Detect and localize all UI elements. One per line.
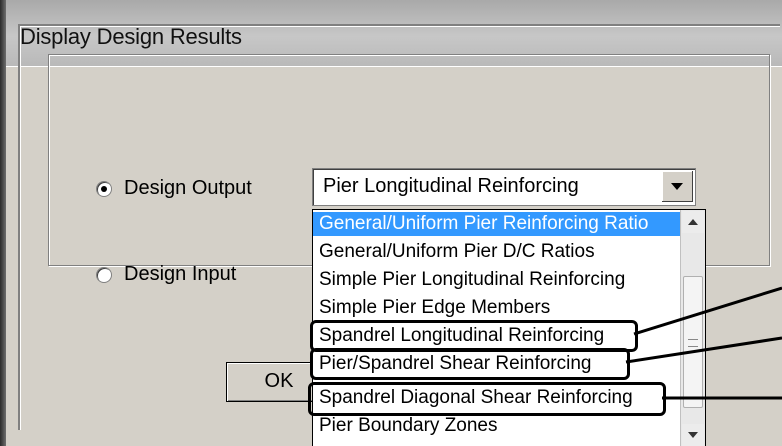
dropdown-scrollbar[interactable] [680, 210, 705, 446]
scroll-thumb[interactable] [683, 276, 703, 408]
design-input-radio[interactable] [96, 266, 112, 283]
display-design-results-dialog: Display Design Results Design Output Des… [0, 0, 782, 446]
combo-selected-value: Pier Longitudinal Reinforcing [323, 175, 579, 197]
design-output-option[interactable]: Design Output [96, 177, 252, 200]
dropdown-item-simple-pier-longitudinal[interactable]: Simple Pier Longitudinal Reinforcing [313, 268, 683, 292]
dropdown-item-general-uniform-ratio[interactable]: General/Uniform Pier Reinforcing Ratio [313, 212, 683, 236]
scroll-down-icon [688, 432, 698, 438]
chevron-down-icon [671, 183, 683, 190]
dropdown-item-general-uniform-dc[interactable]: General/Uniform Pier D/C Ratios [313, 240, 683, 264]
dropdown-item-pier-boundary-zones[interactable]: Pier Boundary Zones [313, 414, 683, 438]
combo-dropdown-button[interactable] [662, 171, 693, 202]
design-output-label: Design Output [124, 177, 252, 199]
dropdown-item-spandrel-diagonal-shear[interactable]: Spandrel Diagonal Shear Reinforcing [313, 386, 683, 410]
dropdown-item-spandrel-longitudinal[interactable]: Spandrel Longitudinal Reinforcing [313, 324, 683, 348]
design-output-combo[interactable]: Pier Longitudinal Reinforcing [312, 168, 696, 206]
dropdown-item-pier-spandrel-shear[interactable]: Pier/Spandrel Shear Reinforcing [313, 352, 683, 376]
dropdown-item-simple-pier-edge[interactable]: Simple Pier Edge Members [313, 296, 683, 320]
design-output-radio[interactable] [96, 180, 112, 197]
scroll-down-button[interactable] [682, 424, 704, 446]
combo-dropdown-list[interactable]: General/Uniform Pier Reinforcing Ratio G… [312, 209, 706, 446]
radio-selected-dot [101, 185, 107, 192]
scroll-up-button[interactable] [682, 211, 704, 233]
scroll-up-icon [688, 219, 698, 225]
grip-icon [688, 339, 698, 347]
design-input-label: Design Input [124, 263, 237, 285]
design-input-option[interactable]: Design Input [96, 263, 236, 286]
